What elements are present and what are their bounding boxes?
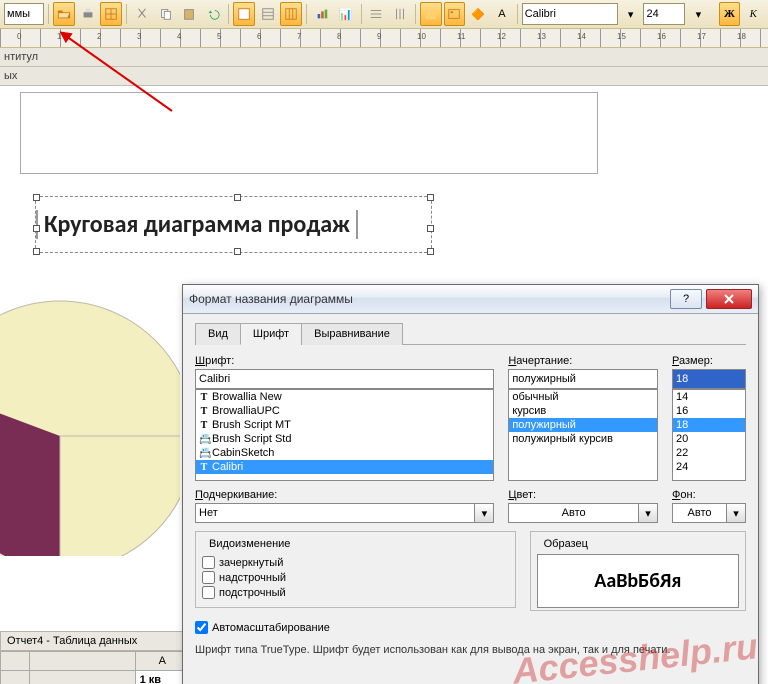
table-button-3[interactable]	[280, 2, 302, 26]
table-button-2[interactable]	[257, 2, 279, 26]
strike-check[interactable]: зачеркнутый	[202, 556, 509, 569]
format-title-dialog: Формат названия диаграммы ? Вид Шрифт Вы…	[182, 284, 759, 684]
design-canvas: Круговая диаграмма продаж Отчет4 - Табли…	[0, 86, 768, 684]
bold-button[interactable]: Ж	[719, 2, 741, 26]
table-button-1[interactable]	[233, 2, 255, 26]
text-button[interactable]: A	[491, 2, 513, 26]
italic-button[interactable]: K	[742, 2, 764, 26]
main-toolbar: 📊 🔶 A ▾ ▾ Ж K	[0, 0, 768, 29]
font-combo[interactable]	[522, 3, 618, 25]
underline-label: Подчеркивание:	[195, 489, 494, 501]
color-combo[interactable]: ▾	[508, 503, 658, 523]
tab-font[interactable]: Шрифт	[240, 323, 302, 345]
size-dropdown[interactable]: ▾	[687, 2, 709, 26]
data-sheet: Отчет4 - Таблица данных A 1 кв 1Восток 2…	[0, 631, 190, 684]
print-button[interactable]	[77, 2, 99, 26]
chart-button-1[interactable]	[311, 2, 333, 26]
size-combo[interactable]	[643, 3, 685, 25]
dialog-titlebar[interactable]: Формат названия диаграммы ?	[183, 285, 758, 314]
font-label: Шрифт:	[195, 355, 494, 367]
copy-button[interactable]	[155, 2, 177, 26]
super-check[interactable]: надстрочный	[202, 571, 509, 584]
dialog-title: Формат названия диаграммы	[189, 292, 666, 306]
sub-check[interactable]: подстрочный	[202, 586, 509, 599]
close-button[interactable]	[706, 289, 752, 309]
grid-button[interactable]	[100, 2, 122, 26]
pie-chart	[0, 296, 180, 556]
bg-label: Фон:	[672, 489, 746, 501]
open-button[interactable]	[53, 2, 75, 26]
data-sheet-title: Отчет4 - Таблица данных	[0, 631, 190, 651]
font-list[interactable]: TBrowallia New TBrowalliaUPC TBrush Scri…	[195, 389, 494, 481]
undo-button[interactable]	[202, 2, 224, 26]
tab-view[interactable]: Вид	[195, 323, 241, 345]
paste-button[interactable]	[179, 2, 201, 26]
size-input[interactable]	[672, 369, 746, 389]
size-label: Размер:	[672, 355, 746, 367]
shape-button[interactable]: 🔶	[467, 2, 489, 26]
autoscale-check[interactable]: Автомасштабирование	[195, 621, 746, 634]
style-list[interactable]: обычный курсив полужирный полужирный кур…	[508, 389, 658, 481]
style-label: Начертание:	[508, 355, 658, 367]
sample-group: Образец АаBbБбЯя	[530, 531, 746, 611]
help-button[interactable]: ?	[670, 289, 702, 309]
data-table[interactable]: A 1 кв 1Восток 2Запад 3Север 4 5	[0, 651, 190, 684]
rows-button[interactable]	[365, 2, 387, 26]
cols-button[interactable]	[389, 2, 411, 26]
annotation-arrow	[52, 26, 182, 116]
size-list[interactable]: 14 16 18 20 22 24	[672, 389, 746, 481]
font-dropdown[interactable]: ▾	[620, 2, 642, 26]
chart-button-2[interactable]: 📊	[335, 2, 357, 26]
chart-title-box[interactable]: Круговая диаграмма продаж	[35, 196, 432, 253]
view-combo[interactable]	[4, 3, 44, 25]
color-label: Цвет:	[508, 489, 658, 501]
chart-title-text: Круговая диаграмма продаж	[36, 210, 358, 239]
legend-button[interactable]	[444, 2, 466, 26]
fill-button[interactable]	[420, 2, 442, 26]
dialog-tabs: Вид Шрифт Выравнивание	[195, 322, 746, 345]
font-hint: Шрифт типа TrueType. Шрифт будет использ…	[195, 644, 746, 656]
tab-align[interactable]: Выравнивание	[301, 323, 403, 345]
cut-button[interactable]	[131, 2, 153, 26]
bg-combo[interactable]: ▾	[672, 503, 746, 523]
underline-combo[interactable]: ▾	[195, 503, 494, 523]
effects-group: Видоизменение зачеркнутый надстрочный по…	[195, 531, 516, 608]
style-input[interactable]	[508, 369, 658, 389]
font-input[interactable]	[195, 369, 494, 389]
sample-preview: АаBbБбЯя	[537, 554, 739, 608]
